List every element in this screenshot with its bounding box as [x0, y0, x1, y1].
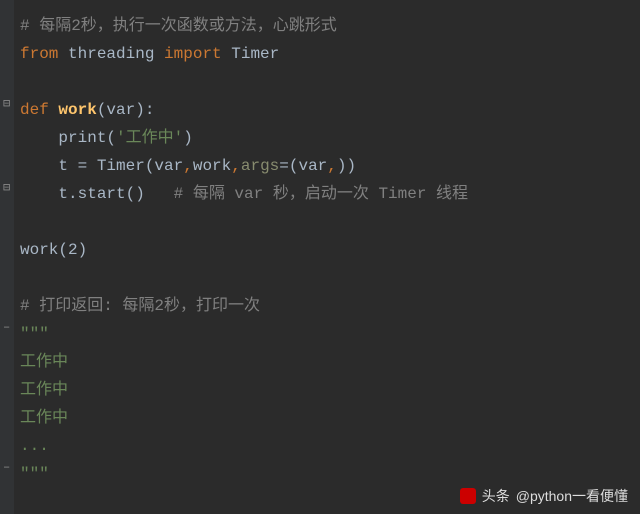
watermark-prefix: 头条 — [482, 486, 510, 506]
code-line-blank — [20, 68, 640, 96]
fold-end-icon-2[interactable]: – — [3, 460, 10, 474]
code-line: # 打印返回: 每隔2秒，打印一次 — [20, 292, 640, 320]
code-line-blank — [20, 264, 640, 292]
comment-text: # 每隔2秒，执行一次函数或方法，心跳形式 — [20, 17, 337, 35]
watermark-text: @python一看便懂 — [516, 486, 628, 506]
toutiao-icon — [460, 488, 476, 504]
code-line: 工作中 — [20, 376, 640, 404]
code-line-blank — [20, 208, 640, 236]
code-line: t = Timer(var,work,args=(var,)) — [20, 152, 640, 180]
code-line: """ — [20, 460, 640, 488]
code-line: t.start() # 每隔 var 秒，启动一次 Timer 线程 — [20, 180, 640, 208]
code-line: ... — [20, 432, 640, 460]
code-line: """ — [20, 320, 640, 348]
code-line: print('工作中') — [20, 124, 640, 152]
watermark: 头条 @python一看便懂 — [460, 486, 628, 506]
code-line: def work(var): — [20, 96, 640, 124]
fold-icon-2[interactable]: – — [3, 320, 10, 334]
code-line: from threading import Timer — [20, 40, 640, 68]
code-line: work(2) — [20, 236, 640, 264]
fold-end-icon[interactable]: ⊟ — [3, 180, 10, 195]
code-line: 工作中 — [20, 348, 640, 376]
fold-icon[interactable]: ⊟ — [3, 96, 10, 111]
code-editor[interactable]: # 每隔2秒，执行一次函数或方法，心跳形式 from threading imp… — [0, 12, 640, 488]
editor-gutter: ⊟ ⊟ – – — [0, 0, 14, 514]
code-line: 工作中 — [20, 404, 640, 432]
code-line: # 每隔2秒，执行一次函数或方法，心跳形式 — [20, 12, 640, 40]
